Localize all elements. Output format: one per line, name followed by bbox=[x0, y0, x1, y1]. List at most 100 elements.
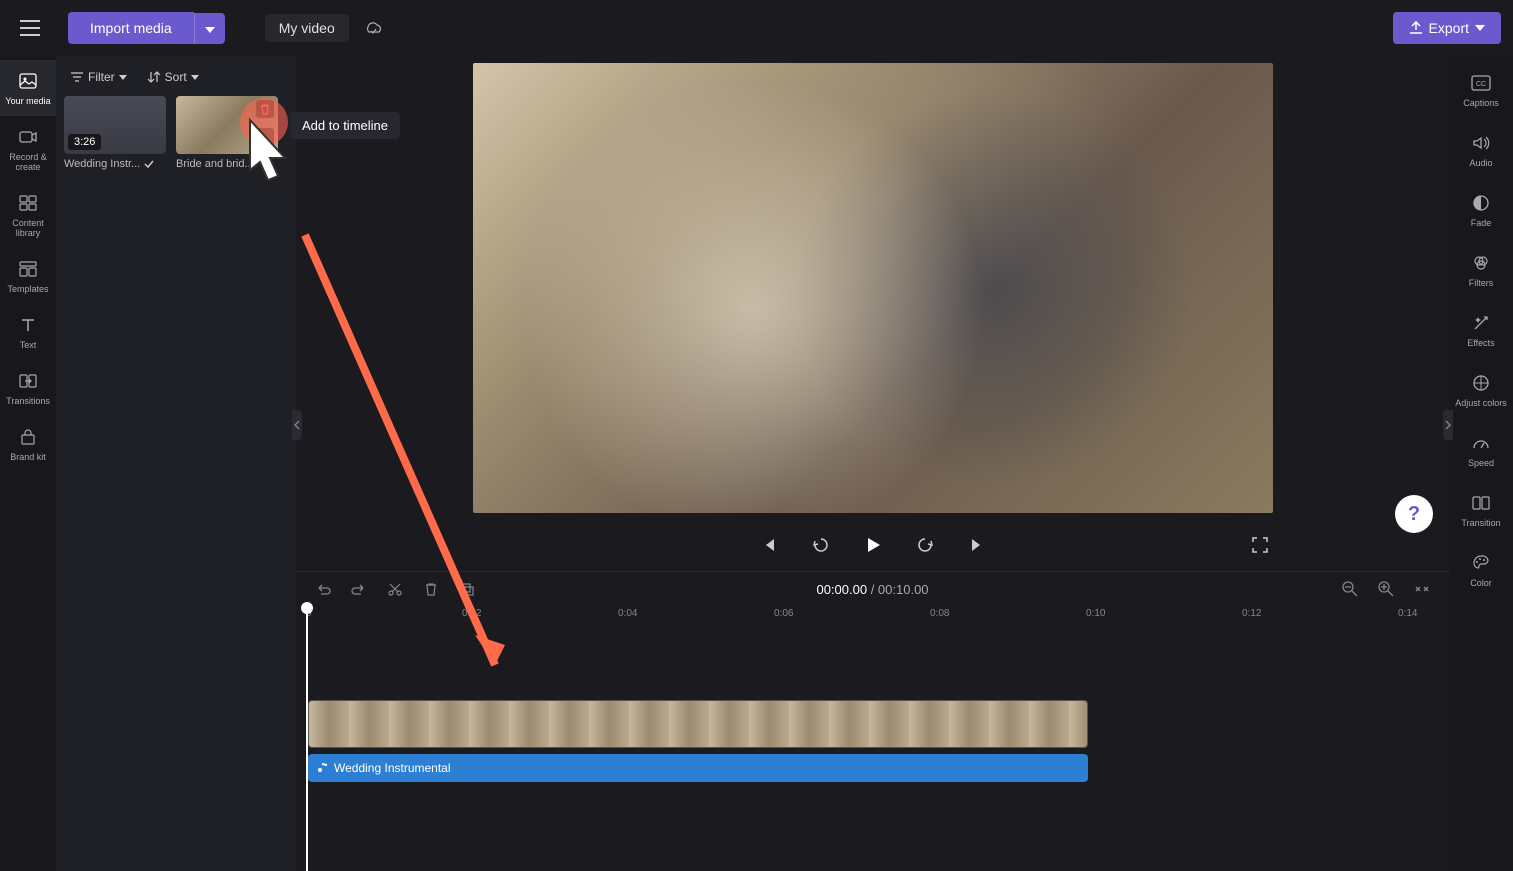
library-icon bbox=[17, 192, 39, 214]
import-media-button[interactable]: Import media bbox=[68, 12, 194, 44]
rail-label: Your media bbox=[5, 96, 50, 106]
sort-button[interactable]: Sort bbox=[147, 70, 199, 84]
right-speed[interactable]: Speed bbox=[1449, 420, 1513, 480]
sort-icon bbox=[147, 71, 161, 83]
media-icon bbox=[17, 70, 39, 92]
right-audio[interactable]: Audio bbox=[1449, 120, 1513, 180]
right-transition[interactable]: Transition bbox=[1449, 480, 1513, 540]
fade-icon bbox=[1470, 192, 1492, 214]
audio-icon bbox=[1470, 132, 1492, 154]
right-filters[interactable]: Filters bbox=[1449, 240, 1513, 300]
right-rail-label: Adjust colors bbox=[1455, 398, 1507, 408]
right-rail-label: Speed bbox=[1468, 458, 1494, 468]
zoom-out-button[interactable] bbox=[1339, 578, 1361, 600]
duration-badge: 3:26 bbox=[68, 134, 101, 150]
split-button[interactable] bbox=[384, 578, 406, 600]
right-fade[interactable]: Fade bbox=[1449, 180, 1513, 240]
ruler-tick: 0:12 bbox=[1242, 608, 1261, 619]
playhead[interactable] bbox=[306, 610, 308, 871]
media-item-audio[interactable]: 3:26 Wedding Instr... bbox=[64, 96, 166, 170]
click-pulse-annotation bbox=[240, 98, 288, 146]
captions-icon: CC bbox=[1470, 72, 1492, 94]
rail-transitions[interactable]: Transitions bbox=[0, 360, 56, 416]
right-adjust-colors[interactable]: Adjust colors bbox=[1449, 360, 1513, 420]
rail-label: Record & create bbox=[0, 152, 56, 172]
right-rail-label: Fade bbox=[1471, 218, 1492, 228]
ruler-tick: 0:10 bbox=[1086, 608, 1105, 619]
rail-label: Transitions bbox=[6, 396, 50, 406]
audio-clip-label: Wedding Instrumental bbox=[334, 761, 451, 775]
timeline-ruler[interactable]: 00:020:040:060:080:100:120:14 bbox=[306, 606, 1449, 630]
play-button[interactable] bbox=[859, 531, 887, 559]
right-effects[interactable]: Effects bbox=[1449, 300, 1513, 360]
rail-text[interactable]: Text bbox=[0, 304, 56, 360]
ruler-tick: 0:14 bbox=[1398, 608, 1417, 619]
rail-label: Brand kit bbox=[10, 452, 46, 462]
right-rail-label: Color bbox=[1470, 578, 1492, 588]
timecode-display: 00:00.00 / 00:10.00 bbox=[816, 582, 928, 597]
upload-icon bbox=[1409, 21, 1423, 35]
adjust-icon bbox=[1470, 372, 1492, 394]
rail-record-create[interactable]: Record & create bbox=[0, 116, 56, 182]
right-rail-label: Effects bbox=[1467, 338, 1494, 348]
collapse-right-panel[interactable] bbox=[1443, 410, 1453, 440]
text-icon bbox=[17, 314, 39, 336]
ruler-tick: 0:08 bbox=[930, 608, 949, 619]
zoom-in-button[interactable] bbox=[1375, 578, 1397, 600]
rail-label: Content library bbox=[0, 218, 56, 238]
ruler-tick: 0:06 bbox=[774, 608, 793, 619]
color-icon bbox=[1470, 552, 1492, 574]
project-title-input[interactable]: My video bbox=[265, 14, 349, 42]
right-color[interactable]: Color bbox=[1449, 540, 1513, 600]
right-captions[interactable]: CC Captions bbox=[1449, 60, 1513, 120]
right-rail-label: Filters bbox=[1469, 278, 1494, 288]
undo-button[interactable] bbox=[312, 578, 334, 600]
forward-button[interactable] bbox=[911, 531, 939, 559]
export-button[interactable]: Export bbox=[1393, 12, 1501, 44]
fullscreen-button[interactable] bbox=[1246, 531, 1274, 559]
rail-templates[interactable]: Templates bbox=[0, 248, 56, 304]
help-button[interactable]: ? bbox=[1395, 495, 1433, 533]
filters-icon bbox=[1470, 252, 1492, 274]
svg-text:CC: CC bbox=[1476, 81, 1486, 88]
rail-label: Text bbox=[20, 340, 37, 350]
redo-button[interactable] bbox=[348, 578, 370, 600]
skip-forward-button[interactable] bbox=[963, 531, 991, 559]
rail-your-media[interactable]: Your media bbox=[0, 60, 56, 116]
video-clip[interactable] bbox=[308, 700, 1088, 748]
record-icon bbox=[17, 126, 39, 148]
templates-icon bbox=[17, 258, 39, 280]
effects-icon bbox=[1470, 312, 1492, 334]
check-icon bbox=[144, 160, 154, 168]
duplicate-button[interactable] bbox=[456, 578, 478, 600]
collapse-left-panel[interactable] bbox=[292, 410, 302, 440]
right-rail-label: Transition bbox=[1461, 518, 1500, 528]
transition-icon bbox=[1470, 492, 1492, 514]
right-rail-label: Audio bbox=[1469, 158, 1492, 168]
video-preview-frame[interactable] bbox=[473, 63, 1273, 513]
transitions-icon bbox=[17, 370, 39, 392]
music-note-icon bbox=[316, 762, 328, 774]
rail-content-library[interactable]: Content library bbox=[0, 182, 56, 248]
right-rail-label: Captions bbox=[1463, 98, 1499, 108]
ruler-tick: 0:04 bbox=[618, 608, 637, 619]
media-label: Bride and brid... bbox=[176, 158, 278, 170]
skip-back-button[interactable] bbox=[755, 531, 783, 559]
brand-icon bbox=[17, 426, 39, 448]
video-track[interactable]: Wedding Instrumental bbox=[306, 700, 1449, 752]
audio-clip[interactable]: Wedding Instrumental bbox=[308, 754, 1088, 782]
hamburger-menu[interactable] bbox=[12, 10, 48, 46]
filter-button[interactable]: Filter bbox=[70, 70, 127, 84]
filter-icon bbox=[70, 71, 84, 83]
delete-clip-button[interactable] bbox=[420, 578, 442, 600]
ruler-tick: 0:02 bbox=[462, 608, 481, 619]
save-status-icon bbox=[361, 16, 385, 40]
rail-label: Templates bbox=[7, 284, 48, 294]
rewind-button[interactable] bbox=[807, 531, 835, 559]
fit-timeline-button[interactable] bbox=[1411, 578, 1433, 600]
rail-brand-kit[interactable]: Brand kit bbox=[0, 416, 56, 472]
tooltip-add-timeline: Add to timeline bbox=[290, 112, 400, 139]
import-media-dropdown[interactable] bbox=[194, 13, 225, 44]
speed-icon bbox=[1470, 432, 1492, 454]
media-label: Wedding Instr... bbox=[64, 158, 140, 170]
